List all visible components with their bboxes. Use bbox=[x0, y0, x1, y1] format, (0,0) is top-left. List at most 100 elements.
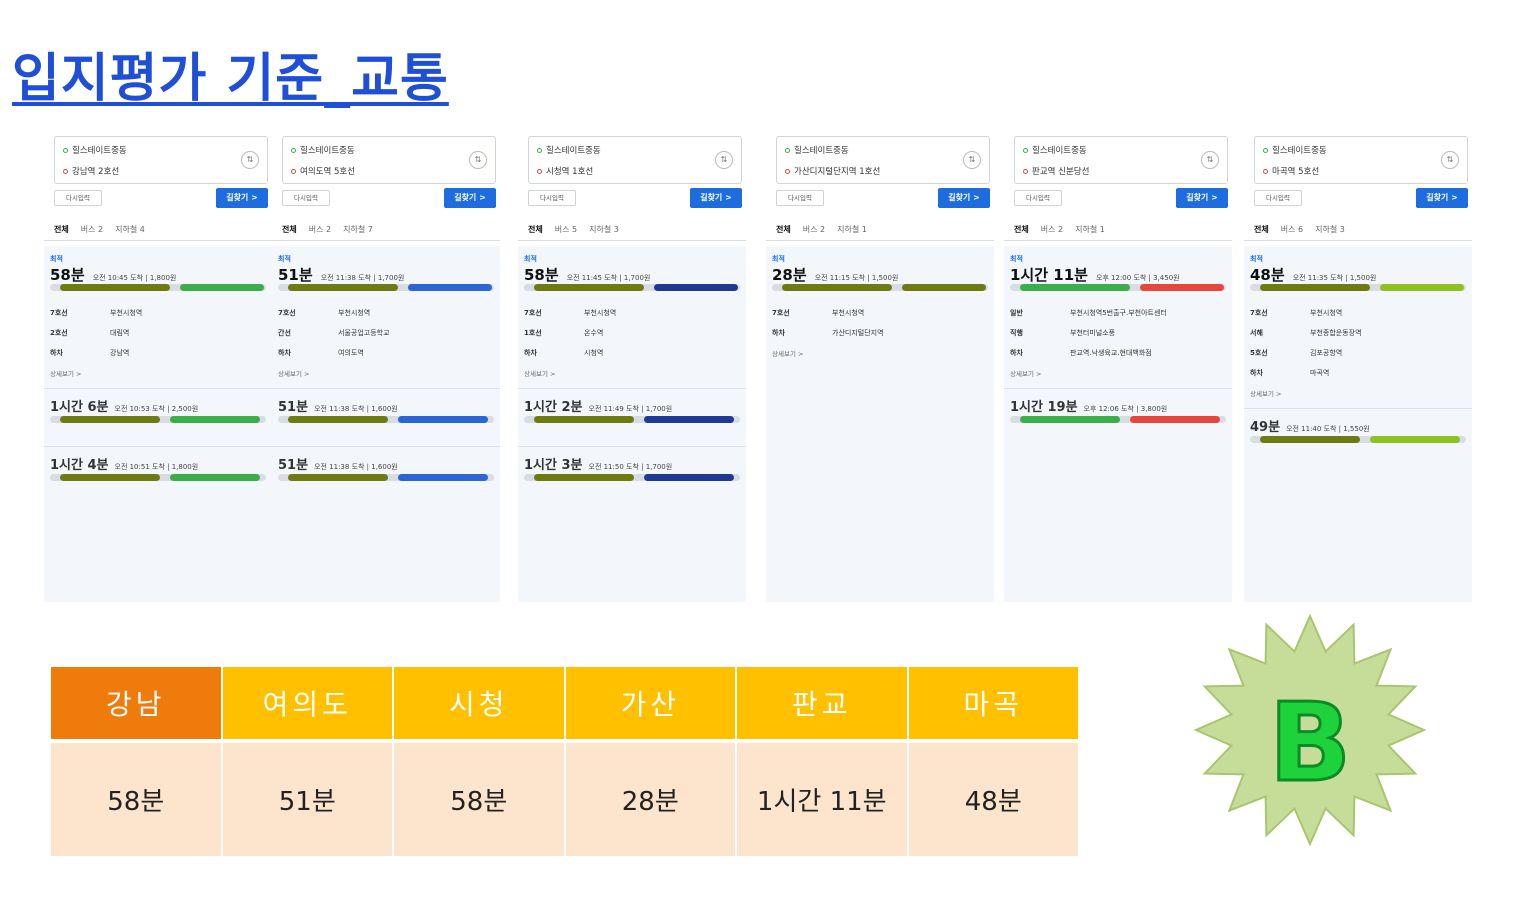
route-tab[interactable]: 지하철 4 bbox=[115, 224, 145, 235]
alt-route[interactable]: 51분 오전 11:38 도착 | 1,600원 bbox=[278, 454, 398, 473]
route-segment bbox=[782, 284, 892, 291]
route-tab[interactable]: 버스 2 bbox=[309, 224, 331, 235]
route-tab[interactable]: 지하철 7 bbox=[343, 224, 373, 235]
destination-field[interactable]: 판교역 신분당선 bbox=[1032, 165, 1089, 177]
route-tab[interactable]: 전체 bbox=[776, 224, 791, 235]
alt-route[interactable]: 51분 오전 11:38 도착 | 1,600원 bbox=[278, 396, 398, 415]
origin-field[interactable]: 힐스테이트중동 bbox=[794, 144, 849, 156]
station-name: 부천시청역 bbox=[1310, 309, 1343, 317]
find-route-button[interactable]: 길찾기 > bbox=[938, 188, 990, 208]
alt-route[interactable]: 1시간 6분 오전 10:53 도착 | 2,500원 bbox=[50, 396, 198, 415]
alt-route[interactable]: 1시간 19분 오후 12:06 도착 | 3,800원 bbox=[1010, 396, 1167, 415]
find-route-button[interactable]: 길찾기 > bbox=[690, 188, 742, 208]
alt-time: 49분 bbox=[1250, 420, 1281, 435]
reenter-button[interactable]: 다시입력 bbox=[776, 190, 824, 206]
arrival-fare: 오전 11:38 도착 | 1,700원 bbox=[320, 274, 405, 282]
destination-field[interactable]: 시청역 1호선 bbox=[546, 165, 593, 177]
route-result[interactable]: 최적 1시간 11분 오후 12:00 도착 | 3,450원 일반 부천시청역5번출… bbox=[1004, 246, 1232, 602]
best-label: 최적 bbox=[1010, 255, 1023, 263]
detail-link[interactable]: 상세보기 > bbox=[772, 348, 803, 358]
destination-field[interactable]: 여의도역 5호선 bbox=[300, 165, 355, 177]
detail-link[interactable]: 상세보기 > bbox=[278, 368, 309, 378]
detail-link[interactable]: 상세보기 > bbox=[50, 368, 81, 378]
destination-field[interactable]: 가산디지털단지역 1호선 bbox=[794, 165, 880, 177]
origin-dot-icon bbox=[1263, 147, 1268, 153]
route-result[interactable]: 최적 51분 오전 11:38 도착 | 1,700원 7호선 부천시청역 간선 서울공업… bbox=[272, 246, 500, 602]
alt-route-bar bbox=[524, 416, 740, 423]
detail-link[interactable]: 상세보기 > bbox=[524, 368, 555, 378]
route-tab[interactable]: 전체 bbox=[54, 224, 69, 235]
alt-detail: 오후 12:06 도착 | 3,800원 bbox=[1083, 405, 1168, 413]
swap-icon[interactable]: ⇅ bbox=[1441, 151, 1459, 169]
line-name: 7호선 bbox=[50, 309, 68, 317]
swap-icon[interactable]: ⇅ bbox=[241, 151, 259, 169]
route-tab[interactable]: 버스 6 bbox=[1281, 224, 1303, 235]
route-result[interactable]: 최적 58분 오전 10:45 도착 | 1,800원 7호선 부천시청역 2호선 대림역… bbox=[44, 246, 272, 602]
route-segment bbox=[170, 416, 260, 423]
route-result[interactable]: 최적 58분 오전 11:45 도착 | 1,700원 7호선 부천시청역 1호선 온수역… bbox=[518, 246, 746, 602]
route-tab[interactable]: 전체 bbox=[1254, 224, 1269, 235]
route-step: 7호선 부천시청역 bbox=[50, 308, 142, 318]
route-result[interactable]: 최적 28분 오전 11:15 도착 | 1,500원 7호선 부천시청역 하차 가산디지… bbox=[766, 246, 994, 602]
best-label: 최적 bbox=[524, 255, 537, 263]
route-search-box[interactable]: 힐스테이트중동 가산디지털단지역 1호선 ⇅ bbox=[776, 136, 990, 184]
destination-field[interactable]: 마곡역 5호선 bbox=[1272, 165, 1319, 177]
destination-field[interactable]: 강남역 2호선 bbox=[72, 165, 119, 177]
find-route-button[interactable]: 길찾기 > bbox=[444, 188, 496, 208]
route-segment bbox=[288, 474, 388, 481]
swap-icon[interactable]: ⇅ bbox=[963, 151, 981, 169]
route-tab[interactable]: 버스 2 bbox=[803, 224, 825, 235]
route-segment bbox=[902, 284, 986, 291]
alt-route[interactable]: 1시간 3분 오전 11:50 도착 | 1,700원 bbox=[524, 454, 672, 473]
route-tab[interactable]: 버스 2 bbox=[1041, 224, 1063, 235]
alt-route[interactable]: 49분 오전 11:40 도착 | 1,550원 bbox=[1250, 416, 1370, 435]
route-search-box[interactable]: 힐스테이트중동 강남역 2호선 ⇅ bbox=[54, 136, 268, 184]
alt-time: 51분 bbox=[278, 458, 309, 473]
route-tab[interactable]: 버스 5 bbox=[555, 224, 577, 235]
route-tab[interactable]: 전체 bbox=[1014, 224, 1029, 235]
reenter-button[interactable]: 다시입력 bbox=[282, 190, 330, 206]
route-tab[interactable]: 지하철 3 bbox=[589, 224, 619, 235]
reenter-button[interactable]: 다시입력 bbox=[54, 190, 102, 206]
swap-icon[interactable]: ⇅ bbox=[469, 151, 487, 169]
route-tabs: 전체 버스 2 지하철 1 bbox=[1014, 224, 1105, 235]
swap-icon[interactable]: ⇅ bbox=[1201, 151, 1219, 169]
alt-route[interactable]: 1시간 4분 오전 10:51 도착 | 1,800원 bbox=[50, 454, 198, 473]
detail-link[interactable]: 상세보기 > bbox=[1250, 388, 1281, 398]
origin-field[interactable]: 힐스테이트중동 bbox=[300, 144, 355, 156]
route-segment bbox=[408, 284, 492, 291]
route-segment bbox=[654, 284, 738, 291]
route-tabs: 전체 버스 2 지하철 7 bbox=[282, 224, 373, 235]
line-name: 하차 bbox=[1250, 369, 1263, 377]
route-tab[interactable]: 지하철 3 bbox=[1315, 224, 1345, 235]
route-result[interactable]: 최적 48분 오전 11:35 도착 | 1,500원 7호선 부천시청역 서해 부천종합… bbox=[1244, 246, 1472, 602]
find-route-button[interactable]: 길찾기 > bbox=[1176, 188, 1228, 208]
route-search-box[interactable]: 힐스테이트중동 시청역 1호선 ⇅ bbox=[528, 136, 742, 184]
route-search-box[interactable]: 힐스테이트중동 마곡역 5호선 ⇅ bbox=[1254, 136, 1468, 184]
alt-time: 1시간 2분 bbox=[524, 400, 583, 415]
route-search-box[interactable]: 힐스테이트중동 판교역 신분당선 ⇅ bbox=[1014, 136, 1228, 184]
find-route-button[interactable]: 길찾기 > bbox=[1416, 188, 1468, 208]
swap-icon[interactable]: ⇅ bbox=[715, 151, 733, 169]
alt-detail: 오전 11:38 도착 | 1,600원 bbox=[314, 405, 398, 413]
route-tab[interactable]: 지하철 1 bbox=[1075, 224, 1105, 235]
alt-detail: 오전 10:53 도착 | 2,500원 bbox=[114, 405, 199, 413]
route-tab[interactable]: 버스 2 bbox=[81, 224, 103, 235]
table-cell: 1시간 11분 bbox=[737, 743, 909, 856]
alt-route[interactable]: 1시간 2분 오전 11:49 도착 | 1,700원 bbox=[524, 396, 672, 415]
origin-field[interactable]: 힐스테이트중동 bbox=[1032, 144, 1087, 156]
reenter-button[interactable]: 다시입력 bbox=[528, 190, 576, 206]
detail-link[interactable]: 상세보기 > bbox=[1010, 368, 1041, 378]
route-tab[interactable]: 전체 bbox=[528, 224, 543, 235]
origin-field[interactable]: 힐스테이트중동 bbox=[1272, 144, 1327, 156]
route-search-box[interactable]: 힐스테이트중동 여의도역 5호선 ⇅ bbox=[282, 136, 496, 184]
route-tab[interactable]: 전체 bbox=[282, 224, 297, 235]
route-tab[interactable]: 지하철 1 bbox=[837, 224, 867, 235]
reenter-button[interactable]: 다시입력 bbox=[1014, 190, 1062, 206]
best-label: 최적 bbox=[1250, 255, 1263, 263]
origin-field[interactable]: 힐스테이트중동 bbox=[546, 144, 601, 156]
travel-time: 28분 bbox=[772, 266, 807, 284]
reenter-button[interactable]: 다시입력 bbox=[1254, 190, 1302, 206]
origin-field[interactable]: 힐스테이트중동 bbox=[72, 144, 127, 156]
find-route-button[interactable]: 길찾기 > bbox=[216, 188, 268, 208]
